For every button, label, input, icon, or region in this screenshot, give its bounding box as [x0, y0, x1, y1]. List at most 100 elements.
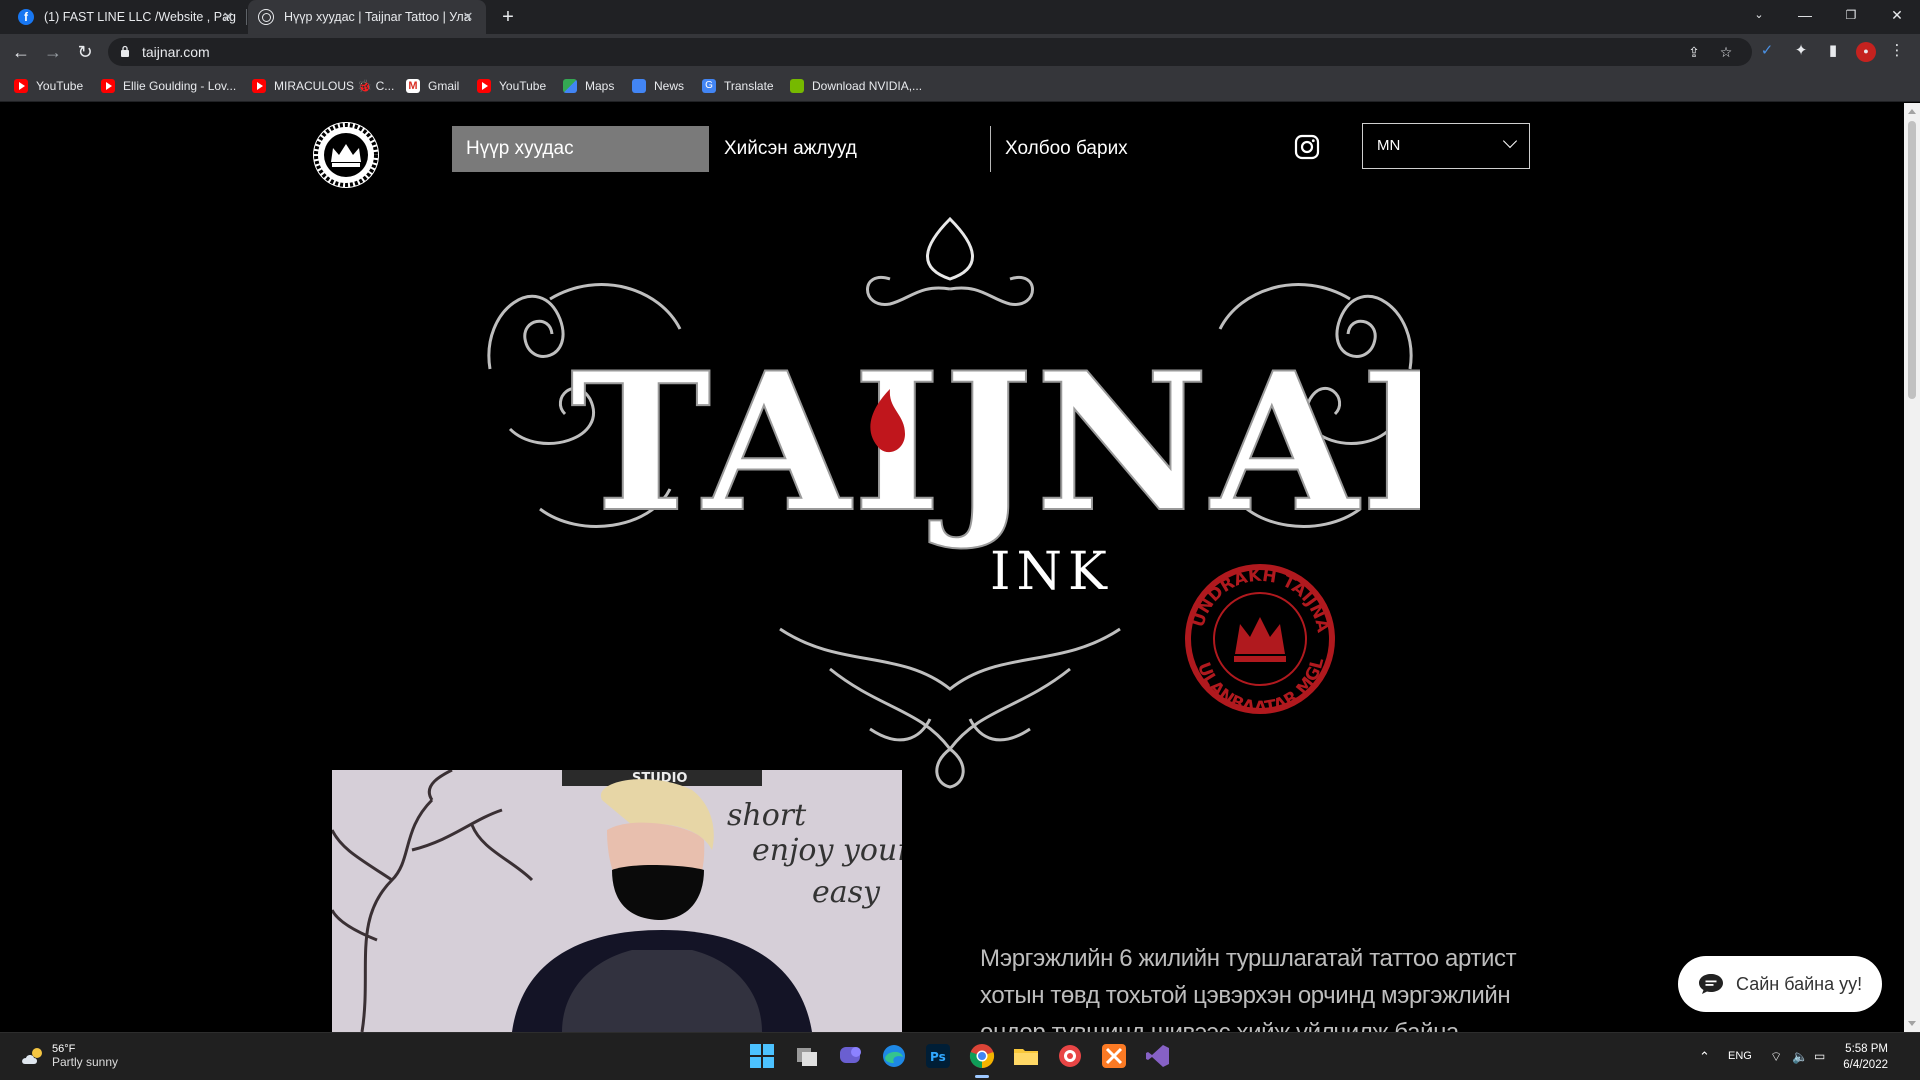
new-tab-button[interactable]: + [496, 6, 520, 28]
restore-button[interactable]: ❐ [1828, 0, 1874, 30]
file-explorer-icon[interactable] [1013, 1043, 1039, 1069]
xampp-icon[interactable] [1101, 1043, 1127, 1069]
extensions-puzzle-icon[interactable]: ✦ [1792, 42, 1810, 60]
site-logo[interactable] [311, 120, 381, 190]
wall-text-3: easy [812, 875, 881, 910]
lock-icon [121, 45, 129, 57]
side-panel-icon[interactable]: ▮ [1824, 42, 1842, 60]
chrome-icon[interactable] [969, 1043, 995, 1069]
tab-facebook[interactable]: f (1) FAST LINE LLC /Website , Page ✕ [8, 0, 246, 34]
nav-works[interactable]: Хийсэн ажлууд [710, 126, 857, 172]
nav-contact[interactable]: Холбоо барих [991, 126, 1128, 172]
artist-photo: STUDIO short enjoy your easy [332, 770, 902, 1032]
task-view-icon[interactable] [794, 1043, 820, 1069]
language-select[interactable]: MN [1362, 123, 1530, 169]
svg-text:ULANBAATAR MGL: ULANBAATAR MGL [1193, 656, 1328, 719]
stamp-text-bottom: ULANBAATAR MGL [1193, 656, 1328, 719]
teams-chat-icon[interactable] [838, 1043, 864, 1069]
language-value: MN [1377, 137, 1401, 154]
page-scrollbar[interactable] [1904, 103, 1920, 1032]
weather-temp: 56°F [52, 1043, 76, 1055]
share-icon[interactable]: ⇪ [1686, 44, 1702, 60]
bookmark-item[interactable]: MIRACULOUS 🐞 C... [252, 77, 394, 95]
gmail-icon: M [406, 79, 420, 93]
input-language[interactable]: ENG [1728, 1050, 1752, 1062]
wall-text-2: enjoy your [752, 833, 902, 868]
scroll-down-arrow[interactable] [1908, 1021, 1916, 1026]
nav-home[interactable]: Нүүр хуудас [452, 126, 709, 172]
partly-sunny-icon [22, 1048, 42, 1064]
bookmark-item[interactable]: G Translate [702, 77, 774, 95]
bookmark-item[interactable]: Ellie Goulding - Lov... [101, 77, 236, 95]
system-clock[interactable]: 5:58 PM 6/4/2022 [1836, 1041, 1888, 1073]
active-app-indicator [975, 1075, 989, 1078]
tab-taijnar[interactable]: Нүүр хуудас | Taijnar Tattoo | Ула ✕ [248, 0, 486, 34]
minimize-button[interactable]: — [1782, 0, 1828, 30]
chevron-down-icon [1502, 133, 1518, 149]
bookmark-item[interactable]: News [632, 77, 684, 95]
battery-icon[interactable]: ▭ [1814, 1049, 1825, 1063]
logo-subtitle: INK [990, 542, 1113, 602]
photoshop-icon[interactable]: Ps [925, 1043, 951, 1069]
youtube-icon [477, 79, 491, 93]
bookmark-item[interactable]: YouTube [477, 77, 546, 95]
close-window-button[interactable]: ✕ [1874, 0, 1920, 30]
chrome-menu-icon[interactable]: ⋮ [1888, 42, 1906, 60]
wifi-icon[interactable]: ⌔ [1770, 1049, 1782, 1065]
intro-paragraph: Мэргэжлийн 6 жилийн туршлагатай таттоо а… [980, 945, 1517, 1032]
bookmark-item[interactable]: Maps [563, 77, 614, 95]
scroll-up-arrow[interactable] [1908, 109, 1916, 114]
bookmark-item[interactable]: YouTube [14, 77, 83, 95]
volume-icon[interactable]: 🔈 [1792, 1049, 1808, 1065]
edge-browser-icon[interactable] [881, 1043, 907, 1069]
tab-divider [246, 9, 247, 25]
translate-icon: G [702, 79, 716, 93]
windows-start-icon[interactable] [749, 1043, 775, 1069]
url-text: taijnar.com [142, 44, 210, 60]
maps-icon [563, 79, 577, 93]
chat-button[interactable]: Сайн байна уу! [1678, 956, 1882, 1012]
bookmarks-bar: YouTube Ellie Goulding - Lov... MIRACULO… [0, 70, 1920, 102]
crown-icon [1235, 617, 1285, 654]
weather-condition: Partly sunny [52, 1055, 119, 1069]
close-tab-icon[interactable]: ✕ [220, 9, 236, 25]
chat-label: Сайн байна уу! [1736, 973, 1863, 994]
visual-studio-icon[interactable] [1145, 1043, 1171, 1069]
clock-date: 6/4/2022 [1843, 1059, 1888, 1071]
profile-avatar[interactable]: ● [1856, 42, 1876, 62]
bookmark-item[interactable]: Download NVIDIA,... [790, 77, 922, 95]
address-bar[interactable]: taijnar.com ⇪ ☆ [108, 38, 1752, 66]
bookmark-label: Ellie Goulding - Lov... [123, 79, 237, 93]
bookmark-label: News [654, 79, 685, 93]
show-hidden-icons-chevron[interactable]: ⌃ [1699, 1049, 1710, 1065]
weather-widget[interactable]: 56°F Partly sunny [20, 1043, 118, 1069]
facebook-icon: f [18, 9, 34, 25]
youtube-icon [101, 79, 115, 93]
scroll-thumb[interactable] [1908, 121, 1916, 399]
instagram-icon[interactable] [1294, 134, 1320, 160]
tab-search-icon[interactable]: ⌄ [1736, 0, 1782, 30]
youtube-icon [14, 79, 28, 93]
clock-time: 5:58 PM [1845, 1043, 1888, 1055]
wall-text-1: short [727, 798, 807, 833]
bookmark-item[interactable]: M Gmail [406, 77, 459, 95]
reload-button[interactable]: ↻ [73, 40, 97, 64]
chat-bubble-icon [1699, 974, 1723, 994]
bookmark-label: MIRACULOUS 🐞 C... [274, 79, 395, 93]
bookmark-star-icon[interactable]: ☆ [1718, 44, 1734, 60]
hero-logo: TAIJNAR INK UNDRAKH TAIJNAR ULANBAATAR M… [480, 209, 1420, 789]
app-red-circle-icon[interactable] [1057, 1043, 1083, 1069]
youtube-icon [252, 79, 266, 93]
back-button[interactable]: ← [9, 40, 33, 64]
extension-check-icon[interactable]: ✓ [1758, 42, 1776, 60]
page-viewport: Нүүр хуудас Хийсэн ажлууд Холбоо барих M… [0, 103, 1904, 1032]
tab-title: (1) FAST LINE LLC /Website , Page [44, 10, 236, 24]
tab-title: Нүүр хуудас | Taijnar Tattoo | Ула [284, 10, 471, 24]
tab-strip: f (1) FAST LINE LLC /Website , Page ✕ Нү… [0, 0, 1920, 34]
forward-button[interactable]: → [41, 40, 65, 64]
bookmark-label: YouTube [499, 79, 547, 93]
globe-icon [258, 9, 274, 25]
nvidia-icon [790, 79, 804, 93]
close-tab-icon[interactable]: ✕ [460, 9, 476, 25]
news-icon [632, 79, 646, 93]
